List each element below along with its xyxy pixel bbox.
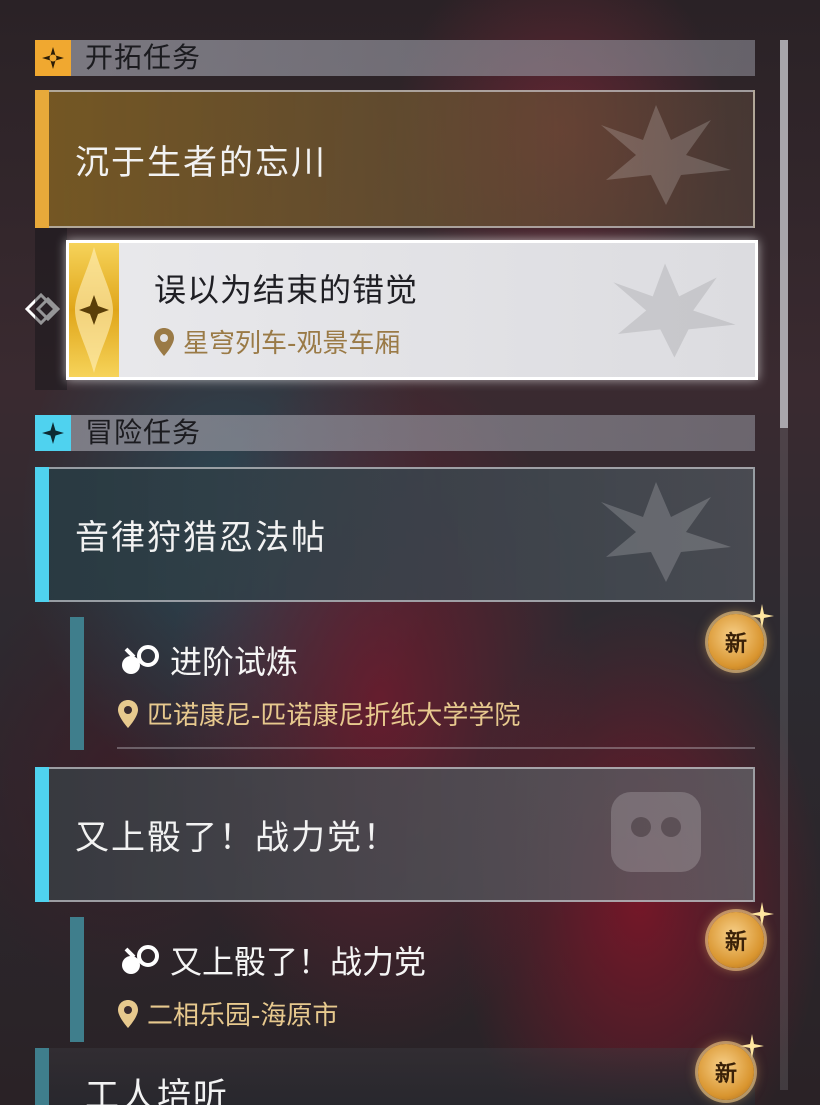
adventure-star-icon <box>35 415 71 451</box>
sub-quest-accent-bar <box>70 617 84 750</box>
quest-emblem-icon <box>601 105 731 205</box>
quest-accent-bar <box>35 90 49 228</box>
new-badge: 新 <box>708 604 774 670</box>
sub-quest-selected[interactable]: 误以为结束的错觉 星穹列车-观景车厢 <box>66 240 758 380</box>
quest-title: 音律狩猎忍法帖 <box>75 518 327 558</box>
quest-card-adventure[interactable]: 又上骰了！战力党！ <box>35 767 755 902</box>
scrollbar-thumb[interactable] <box>780 40 788 428</box>
divider <box>117 747 755 749</box>
sub-quest-item[interactable]: 进阶试炼 匹诺康尼-匹诺康尼折纸大学学院 <box>35 617 755 757</box>
location-text: 星穹列车-观景车厢 <box>183 329 401 359</box>
location-text: 匹诺康尼-匹诺康尼折纸大学学院 <box>147 701 521 731</box>
sub-quest-title: 进阶试炼 <box>170 643 299 681</box>
sub-quest-rail <box>35 228 67 390</box>
new-badge: 新 <box>708 902 774 968</box>
section-header-trailblaze: 开拓任务 <box>35 40 755 76</box>
sub-quest-accent-bar <box>70 917 84 1042</box>
adventure-quest-icon <box>122 645 159 674</box>
sub-quest-location: 星穹列车-观景车厢 <box>153 323 400 360</box>
new-badge: 新 <box>698 1034 764 1100</box>
new-badge-label: 新 <box>724 632 747 657</box>
quest-accent-bar <box>35 1048 49 1105</box>
location-pin-icon <box>154 327 174 356</box>
location-text: 二相乐园-海原市 <box>147 1001 339 1031</box>
quest-accent-bar <box>35 467 49 602</box>
quest-title: 沉于生者的忘川 <box>75 142 327 183</box>
section-title: 冒险任务 <box>85 416 202 449</box>
section-header-adventure: 冒险任务 <box>35 415 755 451</box>
sparkle-icon <box>750 902 774 926</box>
new-badge-label: 新 <box>714 1062 737 1087</box>
quest-title: 又上骰了！战力党！ <box>75 818 399 858</box>
quest-card-trailblaze[interactable]: 沉于生者的忘川 <box>35 90 755 228</box>
sub-quest-item[interactable]: 又上骰了！战力党 二相乐园-海原市 <box>35 917 755 1047</box>
trailblaze-star-icon <box>35 40 71 76</box>
quest-emblem-icon <box>611 792 701 872</box>
location-pin-icon <box>118 699 138 728</box>
adventure-quest-icon <box>122 945 159 974</box>
sub-quest-title: 误以为结束的错觉 <box>154 271 419 309</box>
sparkle-icon <box>740 1034 764 1058</box>
quest-title: 工人培听 <box>85 1076 229 1105</box>
location-pin-icon <box>118 999 138 1028</box>
quest-emblem-icon <box>613 263 736 358</box>
sub-quest-title: 又上骰了！战力党 <box>170 943 427 981</box>
quest-card-adventure[interactable]: 工人培听 <box>35 1048 755 1105</box>
sparkle-icon <box>750 604 774 628</box>
quest-accent-bar <box>35 767 49 902</box>
new-badge-label: 新 <box>724 930 747 955</box>
section-title: 开拓任务 <box>85 41 202 74</box>
quest-emblem-icon <box>601 482 731 582</box>
quest-card-adventure[interactable]: 音律狩猎忍法帖 <box>35 467 755 602</box>
sub-quest-icon-strip <box>69 243 119 377</box>
